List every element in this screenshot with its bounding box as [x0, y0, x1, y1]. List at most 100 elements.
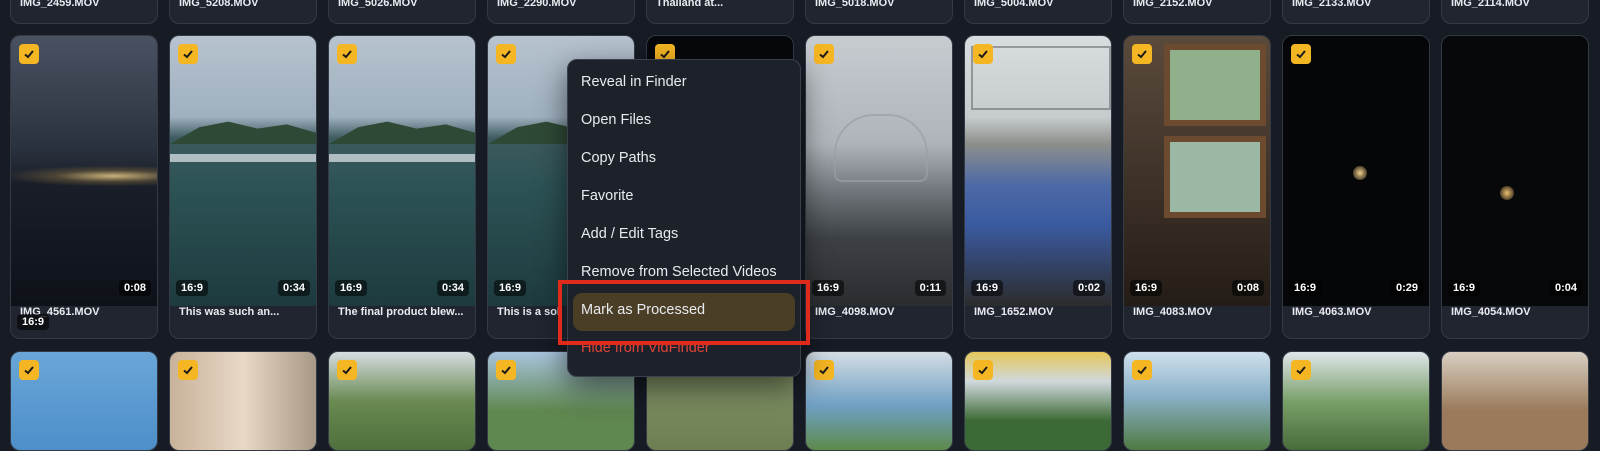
menu-item-remove-from-selected[interactable]: Remove from Selected Videos — [581, 264, 777, 280]
sculpture — [834, 114, 928, 182]
video-name: IMG_2114.MOV — [1451, 0, 1530, 9]
duration-badge: 0:02 — [1072, 280, 1105, 296]
wave — [329, 154, 475, 162]
video-thumbnail[interactable] — [1283, 36, 1429, 306]
checkbox-checked-icon[interactable] — [1132, 44, 1152, 64]
video-name: Thailand at... — [656, 0, 724, 9]
video-card[interactable]: IMG_5004.MOV — [964, 0, 1112, 24]
checkbox-checked-icon[interactable] — [1291, 360, 1311, 380]
video-card[interactable]: 16:9 0:08 IMG_4561.MOV — [10, 35, 158, 339]
checkbox-checked-icon[interactable] — [814, 44, 834, 64]
checkbox-checked-icon[interactable] — [337, 360, 357, 380]
checkbox-checked-icon[interactable] — [19, 360, 39, 380]
checkbox-checked-icon[interactable] — [973, 360, 993, 380]
video-name: IMG_4098.MOV — [815, 306, 895, 318]
checkbox-checked-icon[interactable] — [1132, 360, 1152, 380]
aspect-ratio-badge: 16:9 — [335, 280, 368, 296]
light-spot — [1353, 166, 1367, 180]
video-name: IMG_4054.MOV — [1451, 306, 1531, 318]
annotation-highlight-box — [558, 280, 810, 345]
checkbox-checked-icon[interactable] — [814, 360, 834, 380]
video-name: The final product blew... — [338, 306, 464, 318]
video-name: IMG_5018.MOV — [815, 0, 895, 9]
checkbox-checked-icon[interactable] — [19, 44, 39, 64]
video-name: IMG_1652.MOV — [974, 306, 1054, 318]
wave — [170, 154, 316, 162]
aspect-ratio-badge: 16:9 — [971, 280, 1004, 296]
menu-item-reveal-in-finder[interactable]: Reveal in Finder — [581, 74, 687, 90]
video-card[interactable]: 16:9 0:11 IMG_4098.MOV — [805, 35, 953, 339]
video-name: IMG_2459.MOV — [20, 0, 100, 9]
checkbox-checked-icon[interactable] — [337, 44, 357, 64]
menu-item-open-files[interactable]: Open Files — [581, 112, 651, 128]
window — [1164, 44, 1266, 126]
aspect-ratio-badge: 16:9 — [17, 314, 50, 330]
window — [1164, 136, 1266, 218]
video-card[interactable]: IMG_2152.MOV — [1123, 0, 1271, 24]
aspect-ratio-badge: 16:9 — [812, 280, 845, 296]
video-card[interactable] — [169, 351, 317, 451]
aspect-ratio-badge: 16:9 — [1289, 280, 1322, 296]
aspect-ratio-badge: 16:9 — [1130, 280, 1163, 296]
duration-badge: 0:08 — [118, 280, 151, 296]
checkbox-checked-icon[interactable] — [496, 360, 516, 380]
video-card[interactable]: IMG_2114.MOV — [1441, 0, 1589, 24]
video-thumbnail[interactable] — [965, 36, 1111, 306]
video-card[interactable] — [1282, 351, 1430, 451]
video-card[interactable] — [1123, 351, 1271, 451]
video-name: This was such an... — [179, 306, 280, 318]
menu-item-add-edit-tags[interactable]: Add / Edit Tags — [581, 226, 678, 242]
video-name: IMG_5208.MOV — [179, 0, 259, 9]
video-card[interactable]: IMG_5026.MOV — [328, 0, 476, 24]
checkbox-checked-icon[interactable] — [1291, 44, 1311, 64]
duration-badge: 0:11 — [914, 280, 946, 296]
video-card[interactable]: 16:9 0:02 IMG_1652.MOV — [964, 35, 1112, 339]
checkbox-checked-icon[interactable] — [496, 44, 516, 64]
duration-badge: 0:08 — [1231, 280, 1264, 296]
video-thumbnail[interactable] — [806, 36, 952, 306]
duration-badge: 0:29 — [1390, 280, 1423, 296]
video-thumbnail[interactable] — [329, 36, 475, 306]
menu-item-copy-paths[interactable]: Copy Paths — [581, 150, 656, 166]
aspect-ratio-badge: 16:9 — [176, 280, 209, 296]
video-thumbnail[interactable] — [1124, 36, 1270, 306]
checkbox-checked-icon[interactable] — [973, 44, 993, 64]
video-card[interactable]: IMG_5208.MOV — [169, 0, 317, 24]
city-lights — [11, 166, 157, 186]
video-card[interactable]: 16:9 0:08 IMG_4083.MOV — [1123, 35, 1271, 339]
video-thumbnail[interactable] — [170, 36, 316, 306]
video-name: IMG_2290.MOV — [497, 0, 577, 9]
video-name: IMG_5004.MOV — [974, 0, 1054, 9]
video-name: IMG_5026.MOV — [338, 0, 418, 9]
video-card[interactable] — [328, 351, 476, 451]
video-card[interactable]: IMG_2133.MOV — [1282, 0, 1430, 24]
video-card[interactable] — [805, 351, 953, 451]
video-card[interactable]: 16:9 0:04 IMG_4054.MOV — [1441, 35, 1589, 339]
aspect-ratio-badge: 16:9 — [1448, 280, 1481, 296]
video-name: IMG_2152.MOV — [1133, 0, 1213, 9]
video-card[interactable] — [10, 351, 158, 451]
video-thumbnail[interactable] — [1442, 36, 1588, 306]
checkbox-checked-icon[interactable] — [178, 44, 198, 64]
light-spot — [1500, 186, 1514, 200]
video-card[interactable]: 16:9 0:29 IMG_4063.MOV — [1282, 35, 1430, 339]
aspect-ratio-badge: 16:9 — [494, 280, 527, 296]
video-card[interactable]: IMG_5018.MOV — [805, 0, 953, 24]
video-card[interactable]: IMG_2290.MOV — [487, 0, 635, 24]
duration-badge: 0:34 — [436, 280, 469, 296]
video-thumbnail[interactable] — [11, 36, 157, 306]
checkbox-checked-icon[interactable] — [178, 360, 198, 380]
video-card[interactable]: IMG_2459.MOV — [10, 0, 158, 24]
duration-badge: 0:34 — [277, 280, 310, 296]
video-name: IMG_4083.MOV — [1133, 306, 1213, 318]
menu-item-favorite[interactable]: Favorite — [581, 188, 633, 204]
video-card[interactable]: Thailand at... — [646, 0, 794, 24]
video-name: IMG_4063.MOV — [1292, 306, 1372, 318]
video-card[interactable] — [1441, 351, 1589, 451]
duration-badge: 0:04 — [1549, 280, 1582, 296]
video-name: IMG_2133.MOV — [1292, 0, 1372, 9]
video-card[interactable] — [964, 351, 1112, 451]
mountain — [329, 121, 475, 144]
video-card[interactable]: 16:9 0:34 This was such an... — [169, 35, 317, 339]
video-card[interactable]: 16:9 0:34 The final product blew... — [328, 35, 476, 339]
